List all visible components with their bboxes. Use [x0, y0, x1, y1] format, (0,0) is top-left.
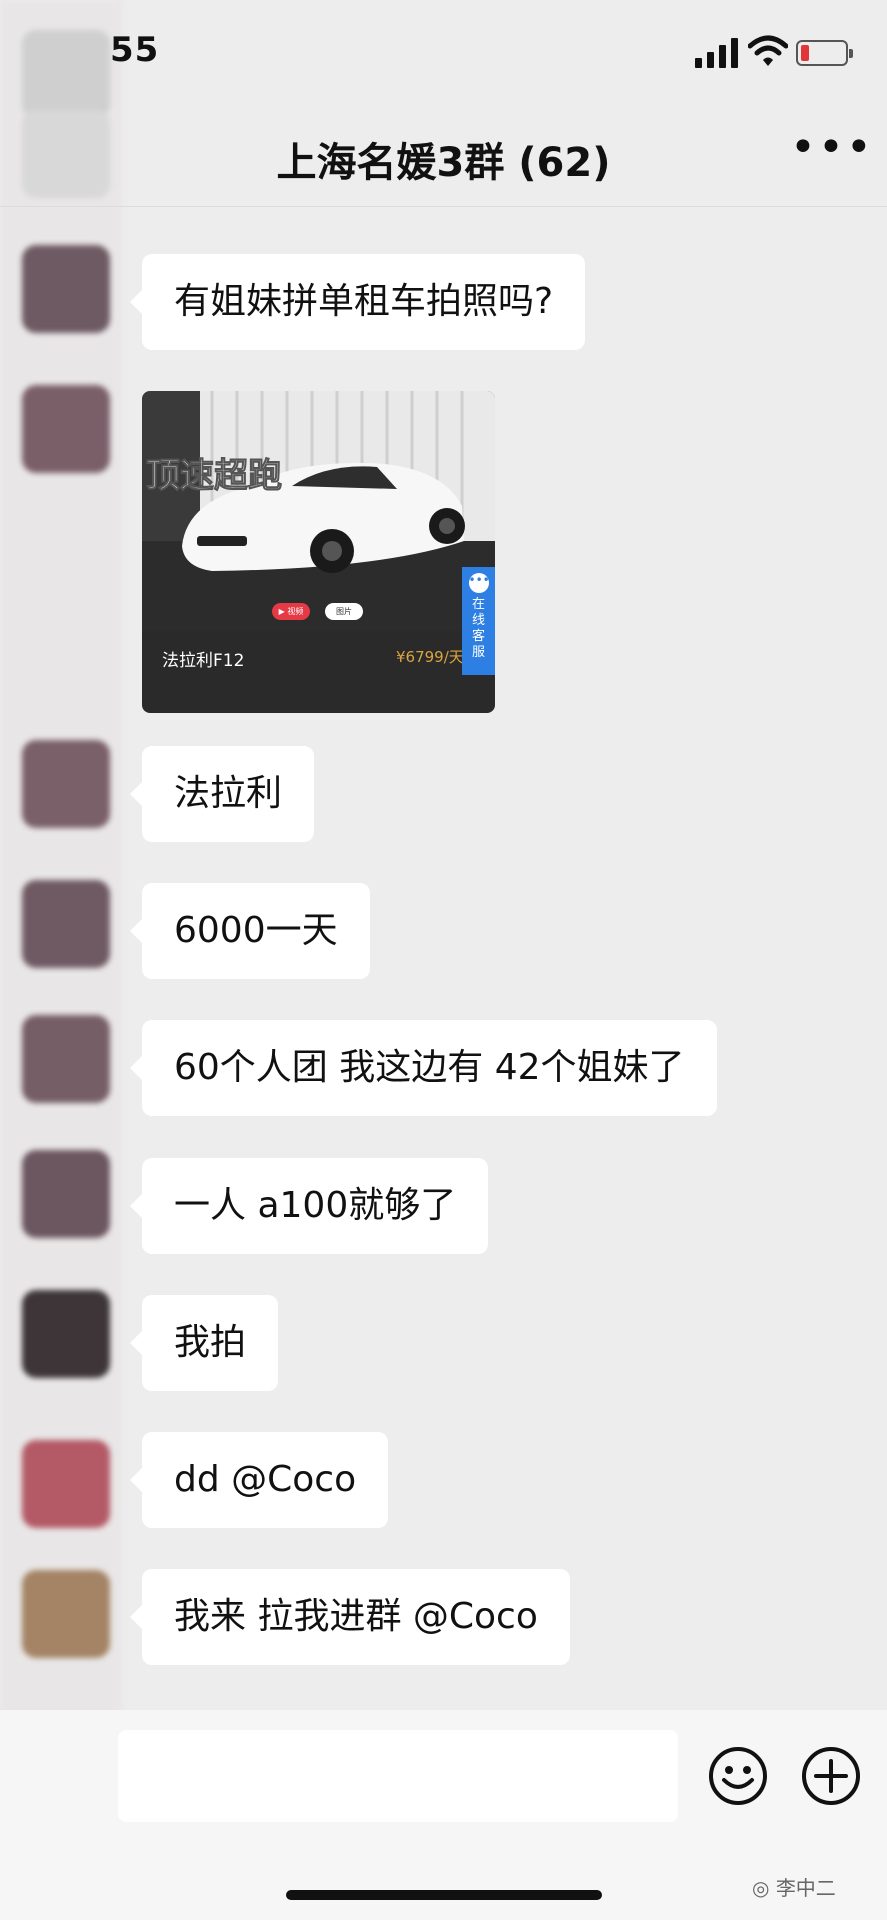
message-bubble[interactable]: 有姐妹拼单租车拍照吗? — [129, 254, 586, 350]
avatar[interactable] — [22, 1570, 110, 1658]
wechat-icon: ◎ — [752, 1876, 770, 1900]
message-bubble[interactable]: 60个人团 我这边有 42个姐妹了 — [130, 1020, 717, 1116]
avatar[interactable] — [22, 385, 110, 473]
avatar[interactable] — [22, 1150, 110, 1238]
emoji-face-icon[interactable] — [708, 1746, 768, 1806]
card-car-name: 法拉利F12 — [162, 651, 245, 671]
photo-tag[interactable]: 图片 — [325, 603, 363, 620]
ellipsis-icon[interactable]: ••• — [790, 126, 872, 170]
avatar[interactable] — [22, 245, 110, 333]
ferrari-photo: 顶速超跑 — [142, 391, 495, 631]
avatar-column — [0, 0, 122, 1920]
message-bubble[interactable]: 6000一天 — [130, 883, 370, 979]
avatar[interactable] — [22, 740, 110, 828]
chat-bubble-icon: ••• — [468, 573, 490, 593]
plus-circle-icon[interactable] — [801, 1746, 861, 1806]
watermark: ◎ 李中二 — [752, 1872, 836, 1901]
message-bubble[interactable]: dd @Coco — [129, 1432, 389, 1528]
battery-low-icon — [796, 40, 853, 66]
video-tag[interactable]: ▶ 视频 — [272, 603, 310, 620]
chat-title: 上海名媛3群 (62) — [276, 140, 611, 186]
signal-bars-icon — [695, 38, 738, 68]
card-price: ¥6799/天 — [396, 648, 464, 666]
card-overlay-text: 顶速超跑 — [146, 456, 282, 496]
avatar[interactable] — [22, 1015, 110, 1103]
avatar[interactable] — [22, 1440, 110, 1528]
status-time: 55 — [110, 30, 160, 70]
message-bubble[interactable]: 我来 拉我进群 @Coco — [130, 1569, 570, 1665]
message-bubble[interactable]: 我拍 — [129, 1295, 279, 1391]
avatar[interactable] — [22, 1290, 110, 1378]
message-input[interactable] — [118, 1730, 678, 1822]
home-indicator[interactable] — [286, 1890, 602, 1900]
chat-header: 上海名媛3群 (62) ••• — [0, 100, 887, 207]
status-bar: 55 — [0, 0, 887, 100]
message-bubble[interactable]: 一人 a100就够了 — [129, 1158, 489, 1254]
online-service-tab[interactable]: ••• 在线客服 — [462, 567, 495, 675]
avatar[interactable] — [22, 880, 110, 968]
message-bubble[interactable]: 法拉利 — [129, 746, 315, 842]
online-service-label: 在线客服 — [471, 597, 485, 660]
watermark-text: 李中二 — [775, 1876, 836, 1900]
link-card[interactable]: 顶速超跑 ▶ 视频 图片 法拉利F12 ¥6799/天 ••• 在线客服 — [142, 391, 495, 713]
wifi-icon — [748, 35, 788, 66]
